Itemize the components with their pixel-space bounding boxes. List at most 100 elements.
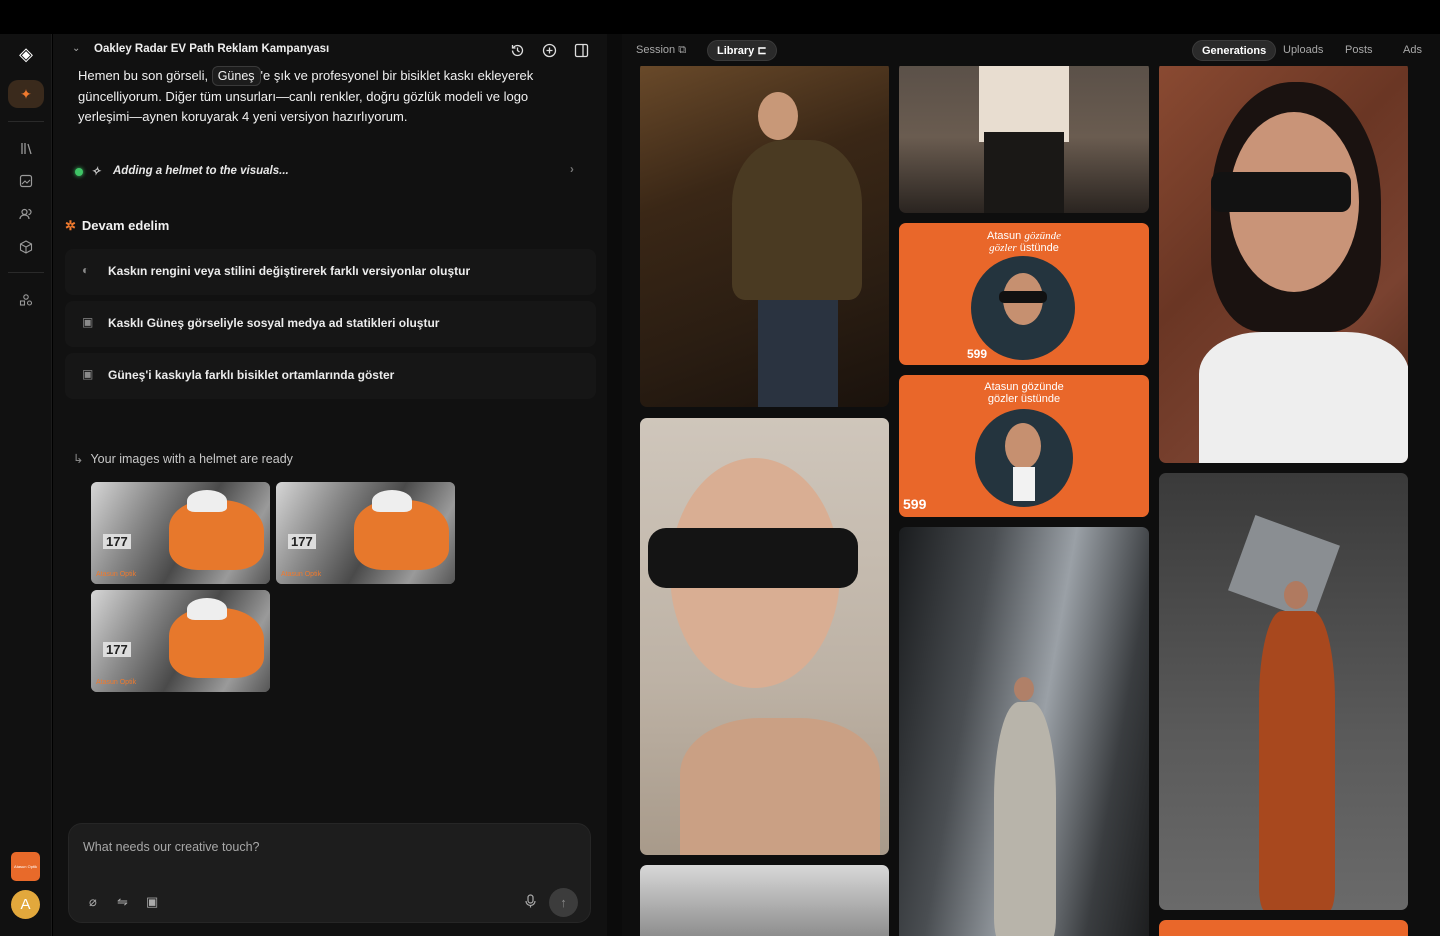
tab-uploads[interactable]: Uploads <box>1274 40 1332 61</box>
continue-heading: ✲ Devam edelim <box>65 218 169 234</box>
continue-heading-text: Devam edelim <box>81 218 170 233</box>
palette-icon: ◐ <box>82 263 90 277</box>
sculpture-shape <box>1228 515 1340 621</box>
tab-posts[interactable]: Posts <box>1336 40 1382 61</box>
microphone-icon[interactable] <box>525 894 536 911</box>
suggestion-item[interactable]: ◐ Kaskın rengini veya stilini değiştirer… <box>65 249 596 295</box>
portrait-face <box>1014 677 1034 701</box>
brand-avatar-text: Atasun Optik <box>14 864 37 869</box>
gallery-image-record-store[interactable] <box>640 62 889 407</box>
ad-price: 599 <box>967 347 988 361</box>
chevron-down-icon[interactable]: ⌄ <box>72 43 80 54</box>
shapes-icon[interactable] <box>16 290 36 310</box>
tab-ads[interactable]: Ads <box>1394 40 1431 61</box>
chat-header: ⌄ Oakley Radar EV Path Reklam Kampanyası <box>53 34 607 66</box>
jeans-shape <box>758 300 838 407</box>
sparkle-icon: ✲ <box>65 218 76 233</box>
window-top-bar <box>0 0 1440 34</box>
ad-price: 599 <box>903 496 927 512</box>
creative-agent-icon[interactable]: ✦ <box>8 80 44 108</box>
history-icon[interactable] <box>507 40 527 60</box>
reply-arrow-icon: ↳ <box>73 452 84 466</box>
gallery-panel: Session ⧉ Library ⊏ Generations Uploads … <box>622 34 1440 936</box>
prompt-input[interactable]: What needs our creative touch? <box>83 840 260 854</box>
ad-headline-script: gözler <box>989 242 1017 254</box>
left-icon-rail: ◈ ✦ Atasun Optik A <box>0 34 52 936</box>
ad-headline-word: Atasun <box>987 230 1022 242</box>
ad-card-atasun[interactable] <box>1159 920 1408 936</box>
chevron-right-icon[interactable]: › <box>570 164 574 176</box>
suggestion-item[interactable]: ▣ Güneş'i kaskıyla farklı bisiklet ortam… <box>65 353 596 399</box>
people-icon[interactable] <box>16 204 36 224</box>
helmet-shape <box>187 598 227 620</box>
shirt-shape <box>979 62 1069 142</box>
panel-toggle-icon[interactable] <box>571 40 591 60</box>
panel-divider[interactable] <box>607 34 622 936</box>
trousers-shape <box>984 132 1064 213</box>
generation-status[interactable]: ✧ Adding a helmet to the visuals... › <box>75 164 585 182</box>
ad-card-atasun[interactable]: Atasun gözünde gözler üstünde 599 <box>899 375 1149 517</box>
race-number: 177 <box>103 534 131 549</box>
gallery-header: Session ⧉ Library ⊏ Generations Uploads … <box>622 34 1440 66</box>
sweater-shape <box>732 140 862 300</box>
gallery-icon[interactable] <box>16 171 36 191</box>
portrait-face <box>758 92 798 140</box>
gallery-image-city-fashion[interactable] <box>899 62 1149 213</box>
ad-headline: gözler üstünde <box>987 393 1061 405</box>
gallery-image-brick-portrait[interactable] <box>1159 62 1408 463</box>
rail-divider <box>8 272 44 273</box>
tab-session[interactable]: Session ⧉ <box>627 40 695 61</box>
tab-library[interactable]: Library ⊏ <box>707 40 777 61</box>
folder-icon: ⊏ <box>757 45 767 57</box>
settings-sliders-icon[interactable]: ⇋ <box>117 894 128 910</box>
gallery-image-portrait-sunglasses[interactable] <box>640 418 889 855</box>
watermark: Atasun Optik <box>96 679 137 686</box>
result-thumbnail[interactable]: 177 Atasun Optik <box>276 482 455 584</box>
portrait-face <box>1284 581 1308 609</box>
gallery-image-coat-sculpture[interactable] <box>1159 473 1408 910</box>
library-icon[interactable] <box>16 138 36 158</box>
gallery-image-window[interactable] <box>640 865 889 936</box>
portrait-face <box>1005 423 1041 469</box>
race-number: 177 <box>103 642 131 657</box>
coat-shape <box>1259 611 1335 910</box>
gallery-image-silver-gown[interactable] <box>899 527 1149 936</box>
ad-headline: gözler üstünde <box>899 242 1149 254</box>
app-logo-icon[interactable]: ◈ <box>14 42 38 66</box>
brand-avatar[interactable]: Atasun Optik <box>11 852 40 881</box>
send-button[interactable]: ↑ <box>549 888 578 917</box>
prompt-composer[interactable]: What needs our creative touch? ⌀ ⇋ ▣ ↑ <box>68 823 591 923</box>
tab-generations[interactable]: Generations <box>1192 40 1277 61</box>
assistant-message: Hemen bu son görseli, Güneş'e şık ve pro… <box>78 66 558 128</box>
attach-icon[interactable]: ⌀ <box>89 894 97 910</box>
ad-card-atasun[interactable]: Atasun gözünde gözler üstünde 599 <box>899 223 1149 365</box>
suggestion-item[interactable]: ▣ Kasklı Güneş görseliyle sosyal medya a… <box>65 301 596 347</box>
suggestion-label: Güneş'i kaskıyla farklı bisiklet ortamla… <box>108 368 395 382</box>
watermark: Atasun Optik <box>96 571 137 578</box>
ready-text: Your images with a helmet are ready <box>90 452 293 466</box>
result-thumbnail[interactable]: 177 Atasun Optik <box>91 482 270 584</box>
result-thumbnail[interactable]: 177 Atasun Optik <box>91 590 270 692</box>
project-title[interactable]: Oakley Radar EV Path Reklam Kampanyası <box>94 43 329 55</box>
race-number: 177 <box>288 534 316 549</box>
helmet-shape <box>372 490 412 512</box>
ad-headline: Atasun gözünde <box>984 381 1064 393</box>
new-chat-icon[interactable] <box>539 40 559 60</box>
subject-chip[interactable]: Güneş <box>211 66 261 86</box>
suggestion-label: Kasklı Güneş görseliyle sosyal medya ad … <box>108 316 440 330</box>
watermark: Atasun Optik <box>281 571 322 578</box>
sunglasses-shape <box>648 528 858 588</box>
status-dot <box>75 168 83 176</box>
shirt-shape <box>1013 467 1035 501</box>
shirt-shape <box>1199 332 1408 463</box>
helmet-shape <box>187 490 227 512</box>
image-icon: ▣ <box>82 367 94 381</box>
gown-shape <box>994 702 1056 936</box>
ad-headline: Atasun gözünde <box>899 230 1149 242</box>
ready-notice: ↳ Your images with a helmet are ready <box>73 451 293 466</box>
shoulders-shape <box>680 718 880 855</box>
user-avatar[interactable]: A <box>11 890 40 919</box>
box-icon[interactable] <box>16 237 36 257</box>
image-icon[interactable]: ▣ <box>146 894 158 910</box>
ad-headline-script: gözünde <box>1024 230 1061 242</box>
